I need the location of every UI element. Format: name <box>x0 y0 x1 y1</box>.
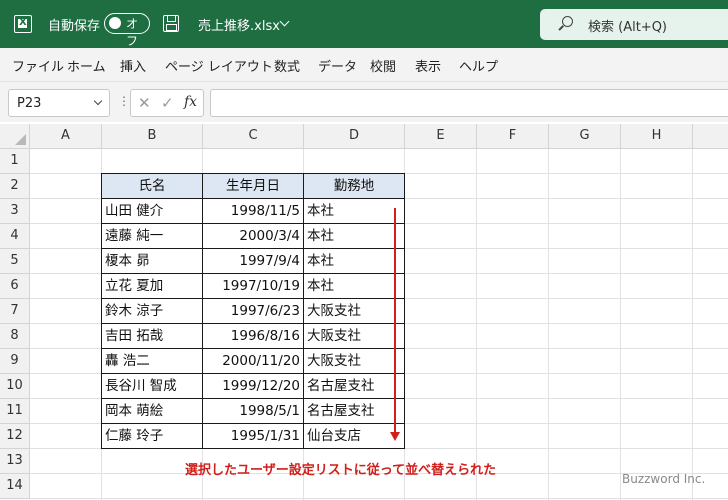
column-header-partial[interactable] <box>693 124 728 149</box>
tab-home[interactable]: ホーム <box>67 56 106 75</box>
tab-help[interactable]: ヘルプ <box>459 56 498 75</box>
column-header[interactable]: B <box>102 124 203 149</box>
annotation-caption: 選択したユーザー設定リストに従って並べ替えられた <box>185 463 497 478</box>
cell-birthdate[interactable]: 1997/9/4 <box>203 249 304 274</box>
column-header[interactable]: E <box>405 124 477 149</box>
row-header[interactable]: 4 <box>0 224 30 249</box>
header-cell-location[interactable]: 勤務地 <box>304 174 405 199</box>
sort-direction-arrow <box>394 208 396 434</box>
search-placeholder: 検索 (Alt+Q) <box>588 20 668 35</box>
cell-name[interactable]: 仁藤 玲子 <box>102 424 203 449</box>
autosave-state-label: オフ <box>126 17 139 48</box>
formula-bar: P23 ⋮ ✕ ✓ fx <box>0 82 728 122</box>
tab-formulas[interactable]: 数式 <box>274 56 300 75</box>
ribbon-tabs: ファイル ホーム 挿入 ページ レイアウト 数式 データ 校閲 表示 ヘルプ <box>0 48 728 82</box>
cell-location[interactable]: 大阪支社 <box>304 349 405 374</box>
cell-name[interactable]: 榎本 昴 <box>102 249 203 274</box>
tab-view[interactable]: 表示 <box>415 56 441 75</box>
cell-name[interactable]: 鈴木 涼子 <box>102 299 203 324</box>
header-cell-name[interactable]: 氏名 <box>102 174 203 199</box>
formula-input[interactable] <box>210 89 728 117</box>
cell-location[interactable]: 大阪支社 <box>304 299 405 324</box>
cell-name[interactable]: 遠藤 純一 <box>102 224 203 249</box>
search-icon <box>562 16 573 27</box>
cell-name[interactable]: 立花 夏加 <box>102 274 203 299</box>
cell-name[interactable]: 長谷川 智成 <box>102 374 203 399</box>
row-header[interactable]: 11 <box>0 399 30 424</box>
arrow-head-icon <box>390 432 400 441</box>
cell-name[interactable]: 吉田 拓哉 <box>102 324 203 349</box>
row-header[interactable]: 1 <box>0 149 30 174</box>
insert-function-icon[interactable]: fx <box>184 94 197 110</box>
row-header[interactable]: 10 <box>0 374 30 399</box>
cell-name[interactable]: 轟 浩二 <box>102 349 203 374</box>
autosave-label: 自動保存 <box>48 19 101 34</box>
cell-location[interactable]: 本社 <box>304 274 405 299</box>
tab-review[interactable]: 校閲 <box>370 56 396 75</box>
chevron-down-icon[interactable] <box>93 96 103 106</box>
excel-logo-icon <box>14 15 32 33</box>
cell-location[interactable]: 大阪支社 <box>304 324 405 349</box>
cell-name[interactable]: 岡本 萌絵 <box>102 399 203 424</box>
chevron-down-icon[interactable] <box>279 16 290 27</box>
row-header[interactable]: 13 <box>0 449 30 474</box>
cell-location[interactable]: 本社 <box>304 224 405 249</box>
cell-birthdate[interactable]: 1998/11/5 <box>203 199 304 224</box>
search-box[interactable]: 検索 (Alt+Q) <box>540 9 728 40</box>
row-header[interactable]: 8 <box>0 324 30 349</box>
column-header[interactable]: A <box>30 124 102 149</box>
file-name[interactable]: 売上推移.xlsx <box>198 15 280 34</box>
toggle-knob <box>109 17 121 29</box>
formula-tools: ✕ ✓ fx <box>130 89 204 117</box>
cell-birthdate[interactable]: 2000/11/20 <box>203 349 304 374</box>
autosave-toggle[interactable]: オフ <box>104 13 150 48</box>
cell-location[interactable]: 名古屋支社 <box>304 374 405 399</box>
cell-location[interactable]: 本社 <box>304 199 405 224</box>
cell-birthdate[interactable]: 1997/10/19 <box>203 274 304 299</box>
tab-insert[interactable]: 挿入 <box>120 56 146 75</box>
name-box[interactable]: P23 <box>8 89 110 117</box>
row-header[interactable]: 7 <box>0 299 30 324</box>
check-icon[interactable]: ✓ <box>161 94 174 112</box>
column-header[interactable]: H <box>621 124 693 149</box>
name-box-value: P23 <box>17 96 42 111</box>
cell-location[interactable]: 本社 <box>304 249 405 274</box>
tab-file[interactable]: ファイル <box>12 56 64 75</box>
row-header[interactable]: 6 <box>0 274 30 299</box>
row-header[interactable]: 14 <box>0 474 30 499</box>
more-options-icon[interactable]: ⋮ <box>118 94 130 108</box>
column-header[interactable]: F <box>477 124 549 149</box>
title-bar: 自動保存 オフ 売上推移.xlsx 検索 (Alt+Q) <box>0 0 728 48</box>
row-header[interactable]: 9 <box>0 349 30 374</box>
worksheet-grid[interactable]: A B C D E F G H 1 2 3 4 5 6 7 8 9 10 11 … <box>0 124 728 500</box>
cancel-icon[interactable]: ✕ <box>138 94 151 112</box>
watermark: Buzzword Inc. <box>622 472 706 486</box>
cell-birthdate[interactable]: 1995/1/31 <box>203 424 304 449</box>
save-icon[interactable] <box>163 15 179 32</box>
grid-line <box>30 498 728 499</box>
row-header[interactable]: 3 <box>0 199 30 224</box>
tab-page-layout[interactable]: ページ レイアウト <box>165 56 273 75</box>
column-header[interactable]: G <box>549 124 621 149</box>
header-cell-birthdate[interactable]: 生年月日 <box>203 174 304 199</box>
row-header[interactable]: 2 <box>0 174 30 199</box>
select-all-corner[interactable] <box>0 124 30 149</box>
row-header[interactable]: 5 <box>0 249 30 274</box>
column-header[interactable]: D <box>304 124 405 149</box>
cell-name[interactable]: 山田 健介 <box>102 199 203 224</box>
column-header[interactable]: C <box>203 124 304 149</box>
cell-birthdate[interactable]: 1999/12/20 <box>203 374 304 399</box>
cell-location[interactable]: 名古屋支社 <box>304 399 405 424</box>
cell-birthdate[interactable]: 2000/3/4 <box>203 224 304 249</box>
cell-birthdate[interactable]: 1997/6/23 <box>203 299 304 324</box>
row-header[interactable]: 12 <box>0 424 30 449</box>
cell-birthdate[interactable]: 1996/8/16 <box>203 324 304 349</box>
cell-birthdate[interactable]: 1998/5/1 <box>203 399 304 424</box>
tab-data[interactable]: データ <box>318 56 357 75</box>
